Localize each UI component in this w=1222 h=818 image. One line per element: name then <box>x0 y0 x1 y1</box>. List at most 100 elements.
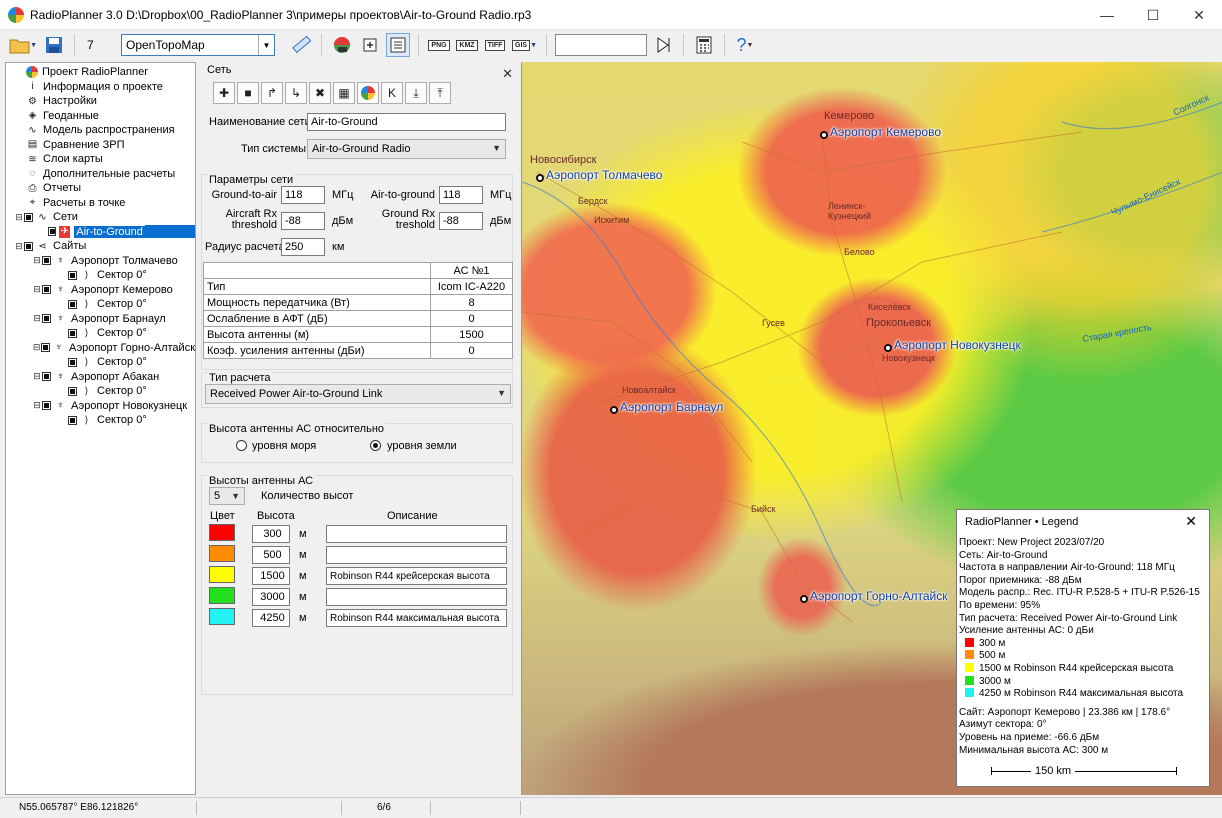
site-checkbox[interactable] <box>42 401 51 411</box>
tree-site[interactable]: ⊟ ♆ Аэропорт Новокузнецк <box>6 399 195 414</box>
sector-checkbox[interactable] <box>68 328 77 338</box>
color-wheel-button[interactable] <box>357 82 379 104</box>
collapse-icon[interactable]: ⊟ <box>14 212 24 223</box>
delete-x-button[interactable]: ✖ <box>309 82 331 104</box>
height-desc-input[interactable] <box>326 525 507 543</box>
tree-sites[interactable]: ⊟ ⋖ Сайты <box>6 239 195 254</box>
tree-item[interactable]: ∿ Модель распространения <box>6 123 195 138</box>
height-color-swatch[interactable] <box>209 545 235 562</box>
sector-checkbox[interactable] <box>68 299 77 309</box>
radioplanner-map-button[interactable] <box>330 33 354 57</box>
airport-marker[interactable] <box>536 174 544 182</box>
height-value-input[interactable]: 1500 <box>252 567 290 585</box>
calculator-button[interactable] <box>692 33 716 57</box>
table-button[interactable]: ▦ <box>333 82 355 104</box>
height-color-swatch[interactable] <box>209 587 235 604</box>
tree-networks[interactable]: ⊟ ∿ Сети <box>6 210 195 225</box>
tree-item[interactable]: ⚙ Настройки <box>6 94 195 109</box>
height-value-input[interactable]: 500 <box>252 546 290 564</box>
tree-sector[interactable]: ⟩ Сектор 0° <box>6 326 195 341</box>
height-desc-input[interactable] <box>326 588 507 606</box>
param-value[interactable]: 0 <box>430 342 513 359</box>
tree-sector[interactable]: ⟩ Сектор 0° <box>6 384 195 399</box>
import-button[interactable]: ⤓ <box>405 82 427 104</box>
radio-sea-level[interactable] <box>236 440 247 451</box>
height-color-swatch[interactable] <box>209 566 235 583</box>
sector-checkbox[interactable] <box>68 386 77 396</box>
param-value[interactable]: Icom IC-A220 <box>430 278 513 295</box>
networks-checkbox[interactable] <box>24 212 33 222</box>
search-input[interactable] <box>555 34 647 56</box>
tree-item[interactable]: i Информация о проекте <box>6 80 195 95</box>
airport-marker[interactable] <box>800 595 808 603</box>
collapse-icon[interactable]: ⊟ <box>32 400 42 411</box>
collapse-icon[interactable]: ⊟ <box>32 313 42 324</box>
site-checkbox[interactable] <box>42 372 51 382</box>
sector-checkbox[interactable] <box>68 270 77 280</box>
tree-site[interactable]: ⊟ ♆ Аэропорт Горно-Алтайск <box>6 341 195 356</box>
height-value-input[interactable]: 4250 <box>252 609 290 627</box>
stop-square-button[interactable]: ■ <box>237 82 259 104</box>
airport-marker[interactable] <box>610 406 618 414</box>
net-name-input[interactable]: Air-to-Ground <box>307 113 506 131</box>
open-folder-button[interactable]: ▼ <box>8 33 38 57</box>
arrow-down-button[interactable]: ↳ <box>285 82 307 104</box>
tree-item[interactable]: ◌ Дополнительные расчеты <box>6 167 195 182</box>
help-button[interactable]: ? ▼ <box>733 33 757 57</box>
param-value[interactable]: 1500 <box>430 326 513 343</box>
kmz-button[interactable]: K <box>381 82 403 104</box>
legend-close-icon[interactable]: ✕ <box>1185 513 1197 530</box>
zoom-level[interactable]: 7 <box>83 38 117 52</box>
map-provider-select[interactable]: OpenTopoMap ▼ <box>121 34 275 56</box>
close-button[interactable]: ✕ <box>1176 0 1222 30</box>
calc-type-select[interactable]: Received Power Air-to-Ground Link ▼ <box>205 384 511 404</box>
network-checkbox[interactable] <box>48 227 57 237</box>
tree-sector[interactable]: ⟩ Сектор 0° <box>6 268 195 283</box>
sector-checkbox[interactable] <box>68 357 77 367</box>
tree-sector[interactable]: ⟩ Сектор 0° <box>6 297 195 312</box>
tree-item[interactable]: ▤ Сравнение ЗРП <box>6 138 195 153</box>
tree-site[interactable]: ⊟ ♆ Аэропорт Абакан <box>6 370 195 385</box>
arrow-up-button[interactable]: ↱ <box>261 82 283 104</box>
radius-input[interactable]: 250 <box>281 238 325 256</box>
export-tiff-button[interactable]: TIFF <box>483 33 507 57</box>
export-button[interactable]: ⤒ <box>429 82 451 104</box>
param-value[interactable]: 8 <box>430 294 513 311</box>
export-png-button[interactable]: PNG <box>427 33 451 57</box>
g2a-input[interactable]: 118 <box>281 186 325 204</box>
collapse-icon[interactable]: ⊟ <box>14 241 24 252</box>
go-button[interactable] <box>651 33 675 57</box>
collapse-icon[interactable]: ⊟ <box>32 371 42 382</box>
a2g-input[interactable]: 118 <box>439 186 483 204</box>
radio-ground-level[interactable] <box>370 440 381 451</box>
height-desc-input[interactable] <box>326 546 507 564</box>
export-gis-button[interactable]: GIS ▼ <box>511 33 538 57</box>
site-checkbox[interactable] <box>41 343 50 353</box>
height-color-swatch[interactable] <box>209 524 235 541</box>
collapse-icon[interactable]: ⊟ <box>32 284 42 295</box>
system-type-select[interactable]: Air-to-Ground Radio ▼ <box>307 139 506 159</box>
sites-checkbox[interactable] <box>24 241 33 251</box>
site-checkbox[interactable] <box>42 314 51 324</box>
add-button[interactable]: ✚ <box>213 82 235 104</box>
site-checkbox[interactable] <box>42 256 51 266</box>
add-layer-button[interactable] <box>358 33 382 57</box>
tree-site[interactable]: ⊟ ♆ Аэропорт Барнаул <box>6 312 195 327</box>
export-kmz-button[interactable]: KMZ <box>455 33 479 57</box>
save-button[interactable] <box>42 33 66 57</box>
param-value[interactable]: 0 <box>430 310 513 327</box>
collapse-icon[interactable]: ⊟ <box>32 342 41 353</box>
height-desc-input[interactable]: Robinson R44 максимальная высота <box>326 609 507 627</box>
tree-item[interactable]: ⎙ Отчеты <box>6 181 195 196</box>
list-view-button[interactable] <box>386 33 410 57</box>
tree-item[interactable]: ≋ Слои карты <box>6 152 195 167</box>
site-checkbox[interactable] <box>42 285 51 295</box>
sector-checkbox[interactable] <box>68 415 77 425</box>
maximize-button[interactable]: ☐ <box>1130 0 1176 30</box>
airport-marker[interactable] <box>884 344 892 352</box>
aircraft-rx-input[interactable]: -88 <box>281 212 325 230</box>
tree-item[interactable]: ◈ Геоданные <box>6 109 195 124</box>
heights-count-select[interactable]: 5 ▼ <box>209 487 245 505</box>
height-value-input[interactable]: 300 <box>252 525 290 543</box>
minimize-button[interactable]: — <box>1084 0 1130 30</box>
